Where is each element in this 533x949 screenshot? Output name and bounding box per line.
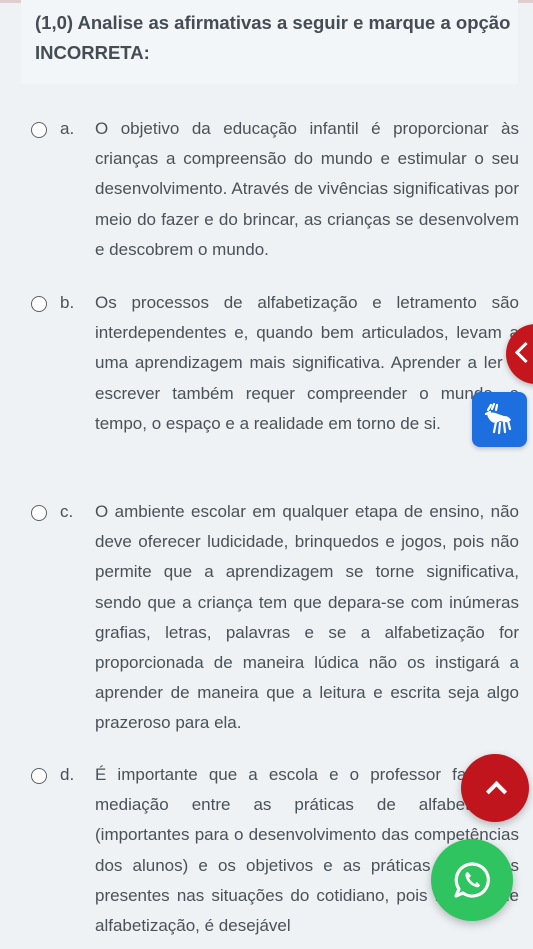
chevron-up-icon	[485, 780, 508, 803]
radio-button[interactable]	[31, 768, 47, 784]
radio-button[interactable]	[31, 296, 47, 312]
answer-text: Os processos de alfabetização e letramen…	[95, 293, 519, 433]
scroll-to-top-button[interactable]	[461, 754, 529, 822]
chevron-left-icon	[514, 341, 533, 364]
sign-language-hands-icon	[484, 402, 512, 435]
answer-letter: d.	[60, 765, 75, 784]
answer-letter: b.	[60, 293, 75, 312]
answer-letter: a.	[60, 119, 75, 138]
radio-button[interactable]	[31, 505, 47, 521]
question-header: (1,0) Analise as afirmativas a seguir e …	[21, 0, 518, 84]
radio-button[interactable]	[31, 122, 47, 138]
answer-text: O ambiente escolar em qualquer etapa de …	[95, 502, 519, 733]
question-text: (1,0) Analise as afirmativas a seguir e …	[35, 12, 511, 63]
answer-text: O objetivo da educação infantil é propor…	[95, 119, 519, 259]
libras-accessibility-button[interactable]	[472, 392, 527, 447]
whatsapp-icon	[454, 862, 490, 898]
answer-letter: c.	[60, 502, 74, 521]
whatsapp-button[interactable]	[431, 839, 513, 921]
